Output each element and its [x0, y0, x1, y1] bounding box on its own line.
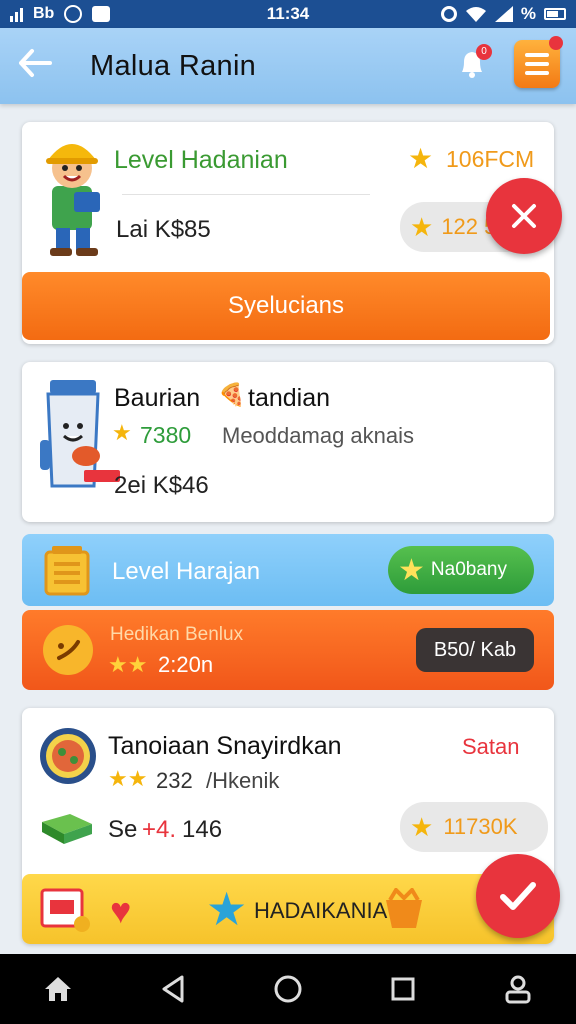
star-icon: ★ [410, 211, 434, 242]
level-strip[interactable]: Level Harajan ★ Na0bany [22, 534, 554, 606]
star-icon: ★ [398, 553, 425, 587]
footer-strip[interactable]: ♥ ★ HADAIKANIA [22, 874, 554, 944]
wifi-icon [465, 7, 486, 22]
menu-icon [525, 53, 549, 57]
snayirdkan-price-pill[interactable]: ★ 11730K [400, 802, 548, 852]
level-subtitle: Lai K$85 [116, 216, 211, 243]
bonus-strip[interactable]: Hedikan Benlux ★★ 2:20n B50/ Kab [22, 610, 554, 690]
star-icon: ★ [408, 143, 434, 174]
snayirdkan-sub-prefix: Se [108, 816, 138, 843]
cash-icon [40, 812, 94, 846]
snayirdkan-stars: ★★ [108, 766, 148, 791]
system-nav-bar [0, 954, 576, 1024]
level-card[interactable]: Level Hadanian ★ 106FCM Lai K$85 ★ 122 5… [22, 122, 554, 344]
cell-icon [494, 6, 513, 22]
basket-icon [382, 886, 426, 930]
tandian-rating-text: Meoddamag aknais [222, 423, 415, 448]
status-bar: Bb 11:34 % [0, 0, 576, 28]
confirm-button[interactable] [476, 854, 560, 938]
battery-icon [544, 8, 566, 20]
page-title: Malua Ranin [90, 49, 257, 82]
back-icon[interactable] [143, 959, 203, 1019]
level-strip-button[interactable]: ★ Na0bany [388, 546, 534, 594]
snayirdkan-status: Satan [462, 734, 520, 759]
gift-box-icon [40, 886, 92, 934]
heart-icon: ♥ [110, 890, 132, 931]
smoothie-avatar-icon [36, 378, 122, 494]
note-icon [44, 546, 92, 596]
level-score: 106FCM [446, 146, 535, 172]
food-icon: 🍕 [218, 382, 246, 407]
bonus-title: Hedikan Benlux [110, 624, 244, 645]
snayirdkan-price: 11730K [443, 814, 518, 839]
tandian-rating: 7380 [140, 422, 192, 448]
level-strip-label: Level Harajan [112, 558, 261, 585]
divider [122, 194, 370, 195]
snayirdkan-rating-text: /Hkenik [206, 768, 280, 793]
solutions-button[interactable]: Syelucians [22, 272, 550, 340]
footer-label: HADAIKANIA [254, 898, 388, 923]
bonus-stars: ★★ [108, 652, 148, 677]
location-icon [440, 6, 457, 22]
level-title: Level Hadanian [114, 146, 288, 174]
level-strip-button-label: Na0bany [430, 559, 507, 580]
app-bar: Malua Ranin 0 [0, 28, 576, 104]
close-button[interactable] [486, 178, 562, 254]
star-icon: ★ [112, 420, 132, 445]
bonus-button[interactable]: B50/ Kab [416, 628, 534, 672]
snayirdkan-title: Tanoiaan Snayirdkan [108, 732, 342, 760]
menu-button[interactable] [514, 36, 563, 88]
star-icon: ★ [410, 811, 434, 842]
tandian-title-part1: Baurian [114, 384, 201, 412]
notification-badge: 0 [476, 44, 492, 60]
home-circle-icon[interactable] [258, 959, 318, 1019]
coin-icon [42, 624, 94, 676]
snayirdkan-rating: 232 [156, 768, 193, 793]
snayirdkan-sub-mark: +4. [142, 816, 177, 843]
star-icon: ★ [206, 883, 248, 935]
home-icon[interactable] [28, 959, 88, 1019]
check-icon [500, 882, 536, 910]
pizza-avatar-icon [38, 726, 98, 786]
notification-button[interactable]: 0 [450, 42, 494, 86]
worker-avatar-icon [36, 130, 112, 258]
bonus-value: 2:20n [158, 652, 214, 677]
menu-badge [549, 36, 563, 50]
back-arrow-icon[interactable] [18, 48, 68, 84]
close-icon [512, 204, 536, 228]
profile-icon[interactable] [488, 959, 548, 1019]
snayirdkan-sub-num: 146 [182, 816, 223, 843]
battery-percent: % [520, 4, 536, 23]
tandian-title-part2: tandian [248, 384, 331, 412]
tandian-subtitle: 2ei K$46 [114, 472, 209, 499]
tandian-card[interactable]: Baurian 🍕 tandian ★ 7380 Meoddamag aknai… [22, 362, 554, 522]
recents-icon[interactable] [373, 959, 433, 1019]
